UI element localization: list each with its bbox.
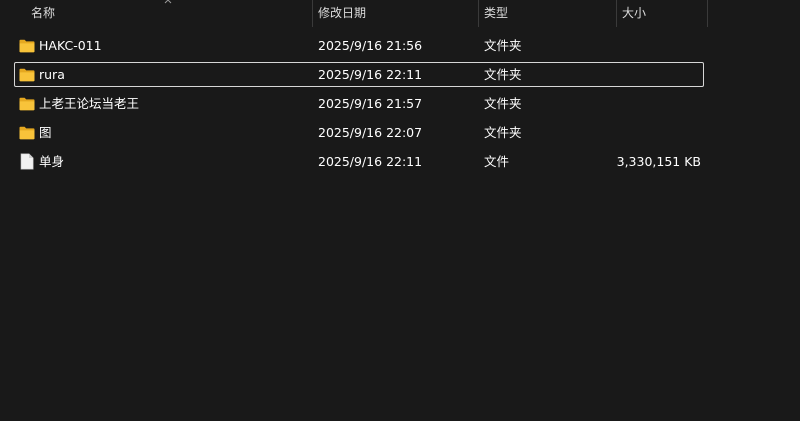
file-explorer-list: 名称 修改日期 类型 大小 HAKC-011 2025/9/16 21:56 文… xyxy=(0,0,800,421)
file-row-laowang[interactable]: 上老王论坛当老王 2025/9/16 21:57 文件夹 xyxy=(14,91,704,116)
file-row-tu[interactable]: 图 2025/9/16 22:07 文件夹 xyxy=(14,120,704,145)
file-name: 单身 xyxy=(39,154,65,169)
file-name: 上老王论坛当老王 xyxy=(39,96,140,111)
file-name: HAKC-011 xyxy=(39,38,102,53)
file-date: 2025/9/16 22:07 xyxy=(318,125,423,140)
file-date: 2025/9/16 22:11 xyxy=(318,154,423,169)
file-row-hakc-011[interactable]: HAKC-011 2025/9/16 21:56 文件夹 xyxy=(14,33,704,58)
column-header-name[interactable]: 名称 xyxy=(25,0,312,27)
folder-icon xyxy=(19,68,35,82)
file-row-rura[interactable]: rura 2025/9/16 22:11 文件夹 xyxy=(14,62,704,87)
file-row-danshen[interactable]: 单身 2025/9/16 22:11 文件 3,330,151 KB xyxy=(14,149,704,174)
file-name: 图 xyxy=(39,125,52,140)
file-date: 2025/9/16 21:57 xyxy=(318,96,423,111)
file-size xyxy=(575,121,701,144)
file-size: 3,330,151 KB xyxy=(616,154,701,169)
column-divider[interactable] xyxy=(707,0,708,27)
column-header-bar: 名称 修改日期 类型 大小 xyxy=(0,0,800,27)
file-icon xyxy=(20,153,34,170)
folder-icon xyxy=(19,97,35,111)
file-size xyxy=(575,34,701,57)
column-header-type[interactable]: 类型 xyxy=(478,0,616,27)
file-name: rura xyxy=(39,67,65,82)
file-size xyxy=(575,63,701,86)
file-date: 2025/9/16 22:11 xyxy=(318,67,423,82)
column-header-size[interactable]: 大小 xyxy=(616,0,708,27)
folder-icon xyxy=(19,126,35,140)
file-size xyxy=(575,92,701,115)
file-date: 2025/9/16 21:56 xyxy=(318,38,423,53)
column-header-date[interactable]: 修改日期 xyxy=(312,0,478,27)
folder-icon xyxy=(19,39,35,53)
